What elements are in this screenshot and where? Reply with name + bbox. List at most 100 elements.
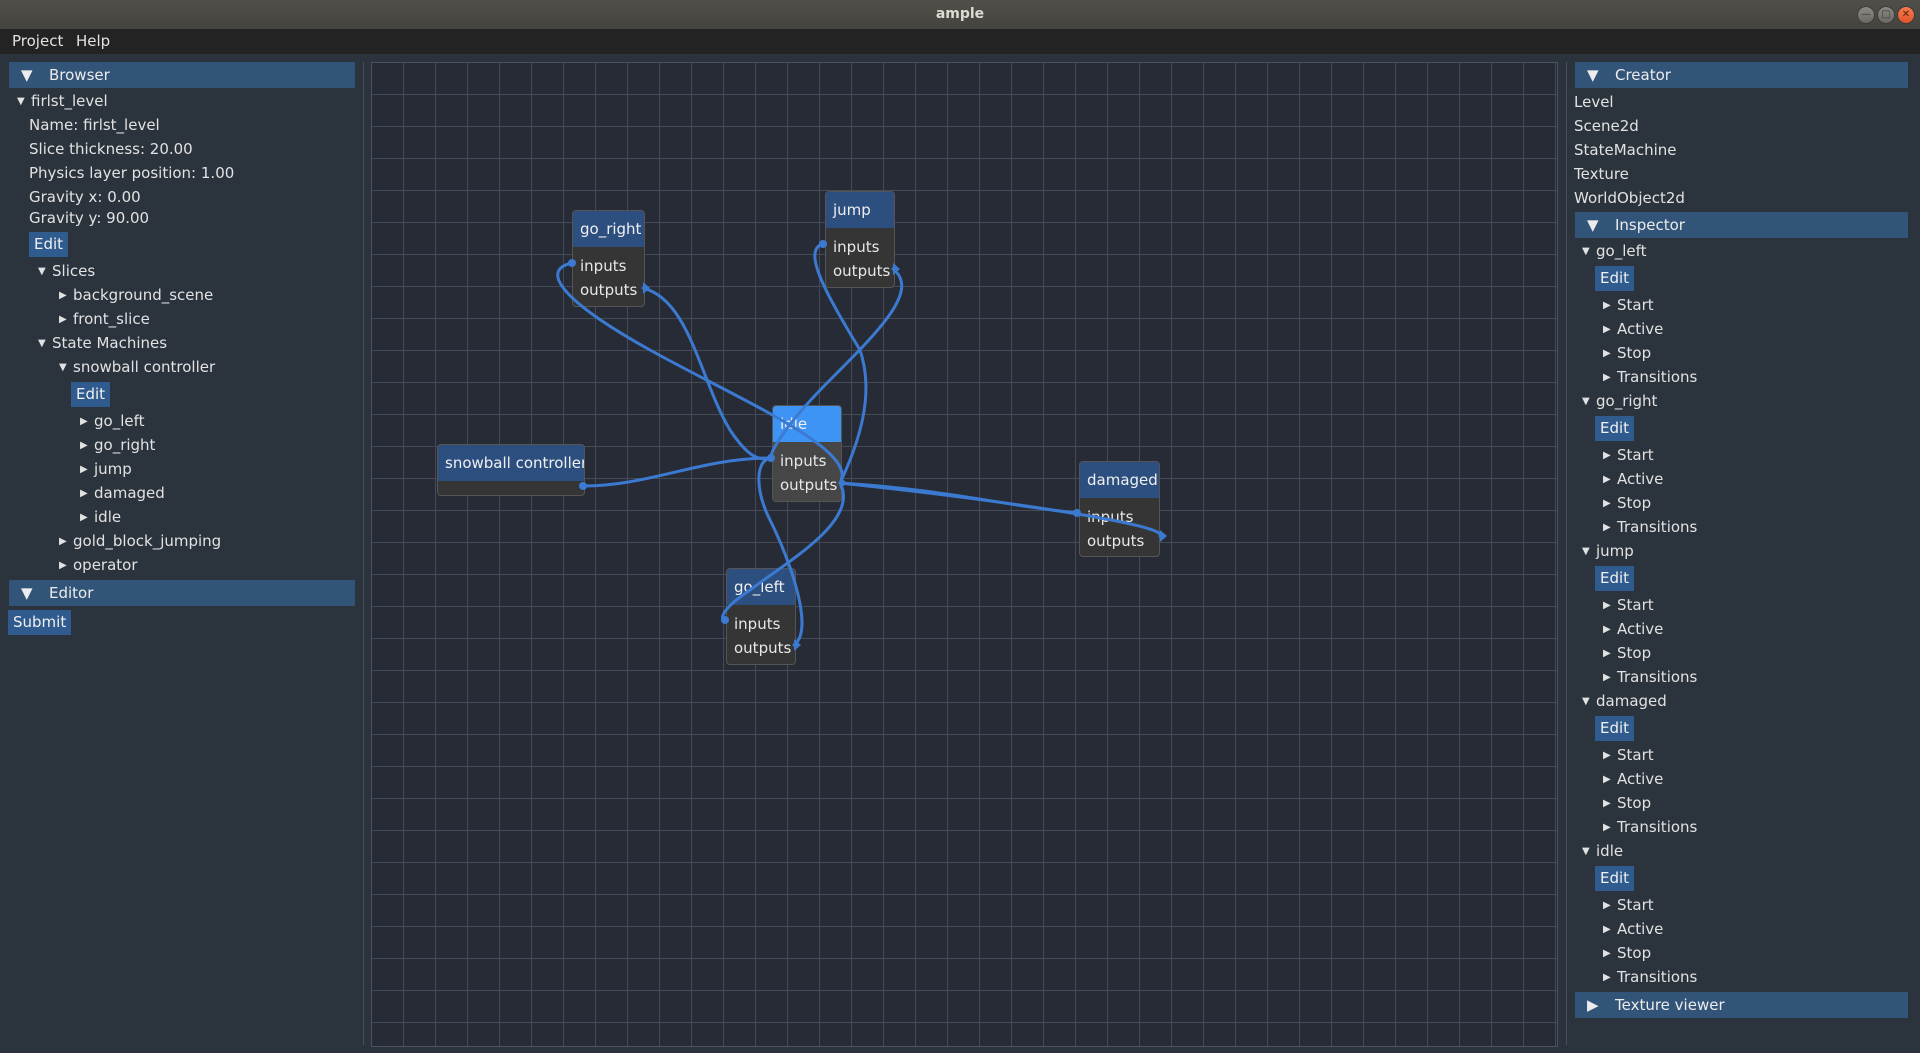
inspector-sub-item-label: Active: [1617, 470, 1664, 488]
inspector-state[interactable]: ▼ damaged: [1582, 692, 1667, 710]
submit-button[interactable]: Submit: [8, 610, 72, 635]
inspector-sub-item-label: Active: [1617, 920, 1664, 938]
tree-item-state-machines[interactable]: ▼ State Machines: [38, 334, 167, 352]
inspector-sub-item[interactable]: ▶ Transitions: [1603, 818, 1697, 836]
inspector-state[interactable]: ▼ jump: [1582, 542, 1634, 560]
creator-header[interactable]: ▼ Creator: [1575, 62, 1908, 88]
inspector-sub-item[interactable]: ▶ Stop: [1603, 344, 1651, 362]
inspector-sub-item[interactable]: ▶ Start: [1603, 596, 1654, 614]
tree-item-state[interactable]: ▶ go_right: [80, 436, 155, 454]
inspector-sub-item[interactable]: ▶ Stop: [1603, 494, 1651, 512]
node-snowball-controller[interactable]: snowball controller: [437, 444, 585, 496]
inspector-sub-item-label: Stop: [1617, 494, 1652, 512]
menu-help[interactable]: Help: [76, 32, 110, 50]
pin-inputs[interactable]: inputs: [773, 449, 841, 473]
inspector-sub-item[interactable]: ▶ Active: [1603, 320, 1663, 338]
collapse-triangle-icon: ▼: [21, 584, 33, 602]
inspector-edit-button[interactable]: Edit: [1595, 416, 1635, 441]
inspector-edit-button[interactable]: Edit: [1595, 866, 1635, 891]
expanded-arrow-icon: ▼: [1582, 246, 1590, 257]
tree-item-state[interactable]: ▶ jump: [80, 460, 132, 478]
pin-inputs[interactable]: inputs: [727, 612, 795, 636]
state-label: idle: [94, 508, 122, 526]
inspector-sub-item[interactable]: ▶ Stop: [1603, 644, 1651, 662]
pin-outputs[interactable]: outputs: [773, 473, 841, 497]
browser-header-label: Browser: [49, 66, 110, 84]
tree-item-state[interactable]: ▶ idle: [80, 508, 121, 526]
tree-item-level[interactable]: ▼ firlst_level: [17, 92, 108, 110]
texture-viewer-header[interactable]: ▶ Texture viewer: [1575, 992, 1908, 1018]
collapsed-arrow-icon: ▶: [1603, 972, 1611, 983]
inspector-sub-item[interactable]: ▶ Active: [1603, 470, 1663, 488]
right-panel-splitter[interactable]: [1566, 62, 1567, 1045]
level-edit-button[interactable]: Edit: [29, 232, 69, 257]
collapsed-arrow-icon: ▶: [1603, 648, 1611, 659]
tree-item-slices[interactable]: ▼ Slices: [38, 262, 95, 280]
inspector-sub-item[interactable]: ▶ Start: [1603, 746, 1654, 764]
node-graph-canvas[interactable]: go_right inputs outputs jump inputs output…: [371, 62, 1558, 1047]
expanded-arrow-icon: ▼: [1582, 696, 1590, 707]
creator-item-worldobject2d[interactable]: WorldObject2d: [1574, 189, 1685, 207]
pin-outputs[interactable]: outputs: [1080, 529, 1159, 553]
expanded-arrow-icon: ▼: [17, 96, 25, 107]
pin-inputs[interactable]: inputs: [573, 254, 644, 278]
tree-item-slice[interactable]: ▶ front_slice: [59, 310, 150, 328]
creator-item-scene2d[interactable]: Scene2d: [1574, 117, 1639, 135]
creator-item-statemachine[interactable]: StateMachine: [1574, 141, 1677, 159]
pin-outputs[interactable]: outputs: [727, 636, 795, 660]
tree-item-state-machine[interactable]: ▶ operator: [59, 556, 138, 574]
tree-item-state[interactable]: ▶ damaged: [80, 484, 165, 502]
inspector-sub-item[interactable]: ▶ Active: [1603, 620, 1663, 638]
maximize-button[interactable]: □: [1877, 6, 1895, 24]
inspector-state[interactable]: ▼ idle: [1582, 842, 1623, 860]
tree-item-state-machine[interactable]: ▶ gold_block_jumping: [59, 532, 221, 550]
pin-outputs[interactable]: outputs: [573, 278, 644, 302]
inspector-sub-item[interactable]: ▶ Active: [1603, 770, 1663, 788]
inspector-sub-item[interactable]: ▶ Transitions: [1603, 668, 1697, 686]
inspector-state[interactable]: ▼ go_right: [1582, 392, 1657, 410]
inspector-state-label: idle: [1596, 842, 1624, 860]
creator-item-level[interactable]: Level: [1574, 93, 1614, 111]
inspector-sub-item[interactable]: ▶ Start: [1603, 446, 1654, 464]
tree-item-state[interactable]: ▶ go_left: [80, 412, 145, 430]
creator-item-texture[interactable]: Texture: [1574, 165, 1629, 183]
inspector-sub-item[interactable]: ▶ Start: [1603, 296, 1654, 314]
node-jump[interactable]: jump inputs outputs: [825, 191, 895, 288]
inspector-sub-item[interactable]: ▶ Transitions: [1603, 968, 1697, 986]
pin-inputs[interactable]: inputs: [1080, 505, 1159, 529]
inspector-header[interactable]: ▼ Inspector: [1575, 212, 1908, 238]
level-physics-layer: Physics layer position: 1.00: [29, 164, 235, 182]
inspector-sub-item-label: Active: [1617, 320, 1664, 338]
inspector-edit-button[interactable]: Edit: [1595, 566, 1635, 591]
collapsed-arrow-icon: ▶: [1603, 822, 1611, 833]
node-damaged[interactable]: damaged inputs outputs: [1079, 461, 1160, 557]
pin-inputs[interactable]: inputs: [826, 235, 894, 259]
inspector-edit-button[interactable]: Edit: [1595, 716, 1635, 741]
browser-header[interactable]: ▼ Browser: [9, 62, 355, 88]
state-label: damaged: [94, 484, 165, 502]
inspector-sub-item-label: Stop: [1617, 794, 1652, 812]
inspector-edit-button[interactable]: Edit: [1595, 266, 1635, 291]
node-go-left[interactable]: go_left inputs outputs: [726, 568, 796, 665]
minimize-button[interactable]: —: [1857, 6, 1875, 24]
tree-item-slice[interactable]: ▶ background_scene: [59, 286, 213, 304]
snowball-edit-button[interactable]: Edit: [71, 382, 111, 407]
inspector-sub-item[interactable]: ▶ Start: [1603, 896, 1654, 914]
inspector-sub-item[interactable]: ▶ Active: [1603, 920, 1663, 938]
inspector-sub-item[interactable]: ▶ Transitions: [1603, 368, 1697, 386]
inspector-sub-item[interactable]: ▶ Stop: [1603, 944, 1651, 962]
pin-outputs[interactable]: outputs: [826, 259, 894, 283]
collapsed-arrow-icon: ▶: [1603, 522, 1611, 533]
menu-project[interactable]: Project: [12, 32, 63, 50]
inspector-sub-item[interactable]: ▶ Transitions: [1603, 518, 1697, 536]
left-panel-splitter[interactable]: [363, 62, 364, 1045]
tree-item-snowball-controller[interactable]: ▼ snowball controller: [59, 358, 215, 376]
close-button[interactable]: ✕: [1897, 6, 1915, 24]
state-label: go_left: [94, 412, 145, 430]
inspector-state[interactable]: ▼ go_left: [1582, 242, 1647, 260]
editor-header[interactable]: ▼ Editor: [9, 580, 355, 606]
inspector-sub-item[interactable]: ▶ Stop: [1603, 794, 1651, 812]
node-go-right[interactable]: go_right inputs outputs: [572, 210, 645, 307]
collapsed-arrow-icon: ▶: [1603, 798, 1611, 809]
node-idle[interactable]: idle inputs outputs: [772, 405, 842, 502]
